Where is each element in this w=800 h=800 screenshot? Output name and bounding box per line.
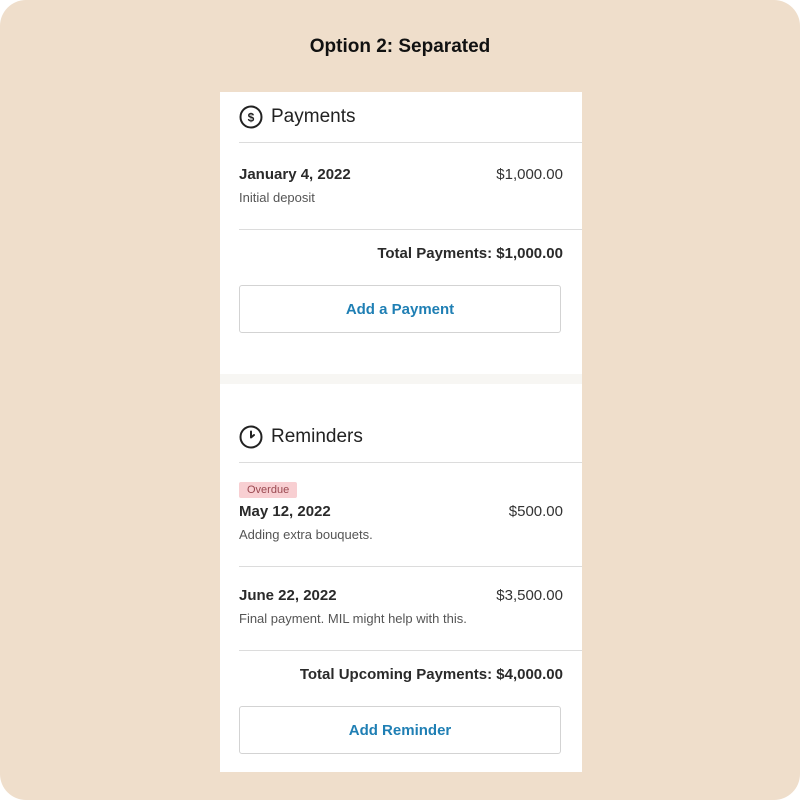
reminders-header: Reminders	[239, 412, 582, 463]
svg-text:$: $	[248, 111, 255, 125]
payment-date: January 4, 2022	[239, 166, 351, 183]
reminder-date: May 12, 2022	[239, 503, 331, 520]
overdue-badge: Overdue	[239, 482, 298, 498]
reminder-date: June 22, 2022	[239, 587, 337, 604]
reminder-note: Final payment. MIL might help with this.	[239, 611, 467, 626]
reminder-amount: $3,500.00	[496, 587, 563, 604]
payments-divider	[239, 229, 582, 230]
reminder-amount: $500.00	[508, 503, 563, 520]
option-title: Option 2: Separated	[309, 36, 491, 57]
payments-header: $ Payments	[239, 92, 582, 143]
reminders-divider-2	[239, 650, 582, 651]
reminders-total-value: $4,000.00	[496, 666, 563, 683]
reminders-card: Reminders Overdue May 12, 2022 $500.00 A…	[220, 384, 582, 772]
reminder-note: Adding extra bouquets.	[239, 527, 373, 542]
payments-title: Payments	[271, 106, 356, 127]
reminders-total-label: Total Upcoming Payments:	[299, 666, 493, 683]
reminders-divider-1	[239, 566, 582, 567]
payments-total: Total Payments: $1,000.00	[239, 245, 563, 262]
add-reminder-button[interactable]: Add Reminder	[239, 706, 561, 754]
payment-amount: $1,000.00	[496, 166, 563, 183]
add-payment-button[interactable]: Add a Payment	[239, 285, 561, 333]
payment-note: Initial deposit	[239, 190, 315, 205]
dollar-circle-icon: $	[239, 105, 263, 129]
clock-icon	[239, 425, 263, 449]
reminders-total: Total Upcoming Payments: $4,000.00	[239, 666, 563, 683]
reminder-row: May 12, 2022 $500.00 Adding extra bouque…	[239, 503, 563, 543]
mockup-frame: Option 2: Separated $ Payments January 4…	[0, 0, 800, 800]
payments-total-value: $1,000.00	[496, 245, 563, 262]
reminders-title: Reminders	[271, 426, 363, 447]
payments-total-label: Total Payments:	[377, 245, 493, 262]
payment-row: January 4, 2022 $1,000.00 Initial deposi…	[239, 166, 563, 206]
payments-card: $ Payments January 4, 2022 $1,000.00 Ini…	[220, 92, 582, 374]
section-separator	[220, 374, 582, 384]
reminder-row: June 22, 2022 $3,500.00 Final payment. M…	[239, 587, 563, 627]
